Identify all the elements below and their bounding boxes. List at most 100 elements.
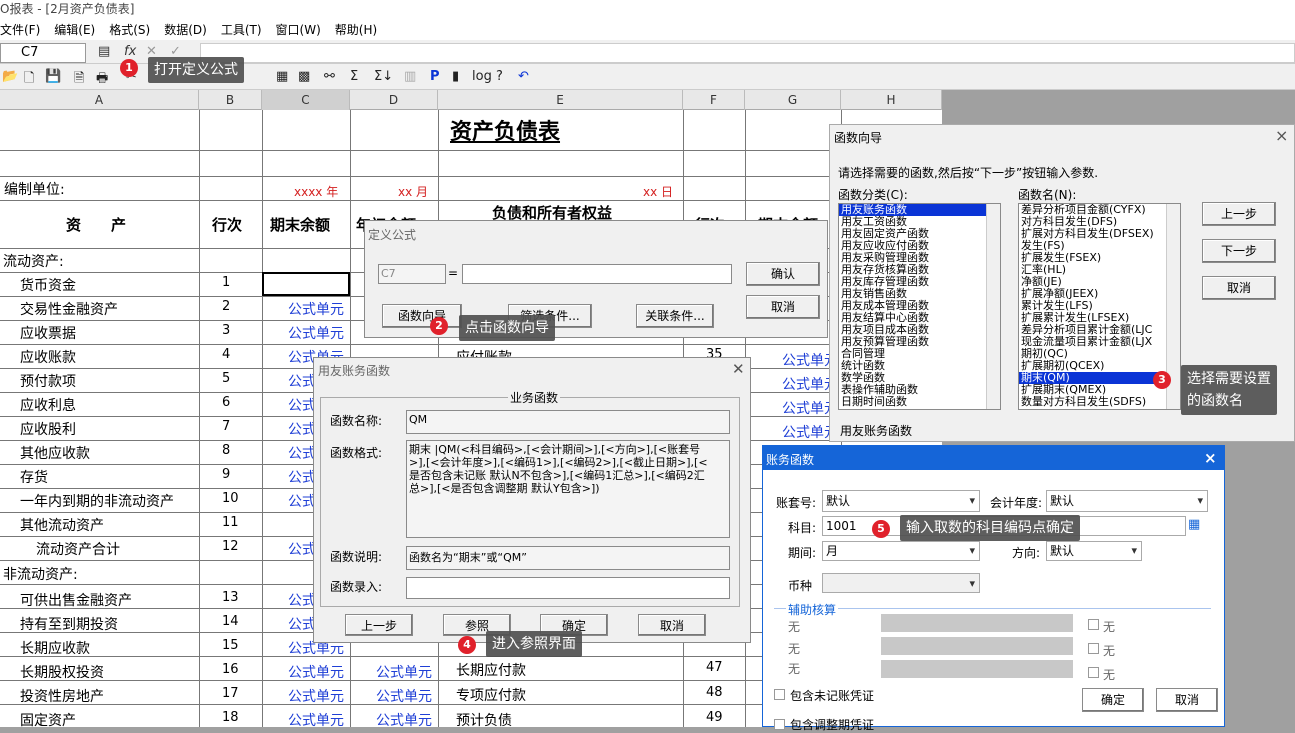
menu-tools[interactable]: 工具(T) — [221, 21, 262, 38]
function-name-label: 函数名称: — [330, 414, 383, 428]
doc-icon[interactable]: ▮ — [452, 69, 459, 84]
wizard-next-button[interactable]: 下一步 — [1202, 239, 1276, 263]
unposted-checkbox[interactable] — [774, 689, 785, 700]
col-h[interactable]: H — [841, 90, 942, 110]
direction-select[interactable]: 默认 — [1046, 541, 1142, 561]
asset-row-name: 应收股利 — [20, 422, 76, 438]
col-c[interactable]: C — [262, 90, 350, 110]
define-cancel-button[interactable]: 取消 — [746, 295, 820, 319]
formula-cell[interactable]: 公式单元 — [288, 710, 344, 730]
calculator-icon[interactable]: ▤ — [98, 44, 110, 59]
formula-cell[interactable]: 公式单元 — [288, 686, 344, 706]
asset-row-name: 存货 — [20, 470, 48, 486]
category-scrollbar[interactable] — [986, 204, 1000, 409]
formula-cell[interactable]: 公式单元 — [288, 323, 344, 343]
p-icon[interactable]: P — [430, 69, 440, 84]
selected-cell-c7[interactable] — [262, 272, 350, 296]
direction-label: 方向: — [1012, 546, 1041, 560]
col-b[interactable]: B — [199, 90, 262, 110]
asset-row-line: 9 — [222, 467, 231, 482]
adjust-checkbox[interactable] — [774, 719, 785, 730]
header-line: 行次 — [212, 216, 243, 234]
chart-icon[interactable]: ▥ — [404, 69, 416, 84]
menu-help[interactable]: 帮助(H) — [335, 21, 377, 38]
aux-2-field[interactable] — [881, 637, 1073, 655]
formula-cell[interactable]: 公式单元 — [288, 299, 344, 319]
binoculars-icon[interactable]: ⚯ — [324, 69, 335, 84]
wizard-cancel-button[interactable]: 取消 — [1202, 276, 1276, 300]
sum-icon[interactable]: Σ — [350, 69, 358, 84]
log-icon[interactable]: log — [472, 69, 492, 84]
aux-3-checkbox[interactable] — [1088, 667, 1099, 678]
open-icon[interactable]: 📂 — [2, 69, 18, 84]
asset-row-line: 11 — [222, 515, 239, 530]
book-select[interactable]: 默认 — [822, 490, 980, 512]
wizard-close-icon[interactable]: × — [1275, 126, 1288, 145]
menu-format[interactable]: 格式(S) — [109, 21, 150, 38]
formula-cell[interactable]: 公式单元 — [376, 710, 432, 730]
prev-step-button[interactable]: 上一步 — [345, 614, 413, 636]
formula-cell[interactable]: 公式单元 — [376, 686, 432, 706]
undo-icon[interactable]: ↶ — [518, 69, 529, 84]
asset-row-name: 应收利息 — [20, 398, 76, 414]
calendar-icon[interactable]: ▦ — [1188, 517, 1200, 532]
formula-cell[interactable]: 公式单元 — [288, 662, 344, 682]
function-item[interactable]: 数量对方科目发生(SDFS) — [1019, 396, 1180, 408]
currency-label: 币种 — [788, 579, 813, 593]
help-icon[interactable]: ? — [496, 69, 503, 84]
period-select[interactable]: 月 — [822, 541, 980, 561]
func-cancel-button[interactable]: 取消 — [638, 614, 706, 636]
category-item[interactable]: 日期时间函数 — [839, 396, 1000, 408]
formula-cell[interactable]: 公式单元 — [376, 662, 432, 682]
grid2-icon[interactable]: ▩ — [298, 69, 310, 84]
col-e[interactable]: E — [438, 90, 683, 110]
sort-icon[interactable]: Σ↓ — [374, 69, 393, 84]
fiscal-year-select[interactable]: 默认 — [1046, 490, 1208, 512]
acct-close-icon[interactable]: × — [1204, 449, 1217, 467]
acct-ok-button[interactable]: 确定 — [1082, 688, 1144, 712]
menu-bar: 文件(F) 编辑(E) 格式(S) 数据(D) 工具(T) 窗口(W) 帮助(H… — [0, 18, 1295, 40]
step-badge-1: 1 — [120, 59, 138, 77]
confirm-button[interactable]: 确认 — [746, 262, 820, 286]
asset-row-name: 其他流动资产 — [20, 518, 104, 534]
function-wizard-button[interactable]: 函数向导 — [382, 304, 462, 328]
currency-select[interactable] — [822, 573, 980, 594]
relation-condition-button[interactable]: 关联条件... — [636, 304, 714, 328]
grid-icon[interactable]: ▦ — [276, 69, 288, 84]
menu-data[interactable]: 数据(D) — [164, 21, 207, 38]
fx-button[interactable]: fx — [124, 44, 136, 59]
asset-row-name: 其他应收款 — [20, 446, 90, 462]
save-icon[interactable]: 💾 — [45, 69, 61, 84]
aux-2-checkbox[interactable] — [1088, 643, 1099, 654]
aux-1-field[interactable] — [881, 614, 1073, 632]
print-icon[interactable]: 🖶 — [96, 69, 108, 91]
menu-edit[interactable]: 编辑(E) — [54, 21, 95, 38]
col-a[interactable]: A — [0, 90, 199, 110]
aux-1-checkbox[interactable] — [1088, 619, 1099, 630]
col-g[interactable]: G — [745, 90, 841, 110]
wizard-prev-button[interactable]: 上一步 — [1202, 202, 1276, 226]
menu-window[interactable]: 窗口(W) — [276, 21, 321, 38]
formula-field[interactable] — [462, 264, 732, 284]
function-input-field[interactable] — [406, 577, 730, 599]
new-icon[interactable]: 🗋 — [24, 69, 34, 91]
unposted-label: 包含未记账凭证 — [790, 689, 875, 703]
window-title: O报表 - [2月资产负债表] — [0, 0, 1295, 18]
year-label: xxxx 年 — [294, 185, 339, 199]
aux-label: 辅助核算 — [786, 601, 839, 618]
cell-reference-box[interactable]: C7 — [0, 43, 86, 63]
liability-row-line: 47 — [706, 660, 723, 675]
aux-1-label: 无 — [788, 620, 801, 634]
col-d[interactable]: D — [350, 90, 438, 110]
acct-cancel-button[interactable]: 取消 — [1156, 688, 1218, 712]
close-icon[interactable]: ✕ — [732, 360, 745, 378]
aux-3-field[interactable] — [881, 660, 1073, 678]
category-list[interactable]: 用友账务函数 用友工资函数 用友固定资产函数 用友应收应付函数 用友采购管理函数 用友存货… — [838, 203, 1001, 410]
acct-title-bar — [762, 445, 1225, 470]
formula-input[interactable] — [200, 43, 1295, 63]
col-f[interactable]: F — [683, 90, 745, 110]
menu-file[interactable]: 文件(F) — [0, 21, 40, 38]
aux-3-label: 无 — [788, 662, 801, 676]
preview-icon[interactable]: 🗎 — [74, 69, 84, 91]
asset-row-name: 投资性房地产 — [20, 689, 104, 705]
